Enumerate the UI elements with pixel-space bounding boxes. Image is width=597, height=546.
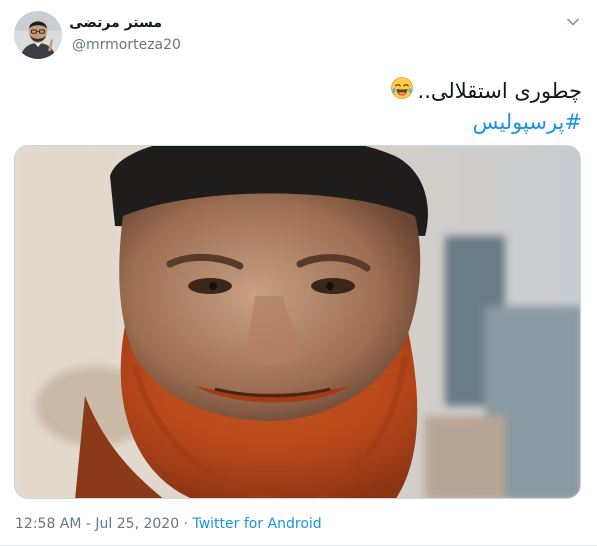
username[interactable]: @mrmorteza20 — [72, 37, 181, 53]
avatar[interactable] — [14, 11, 62, 59]
tweet-card: مستر مرتضی @mrmorteza20 چطوری استقلالی..… — [0, 0, 597, 546]
tweet-time[interactable]: 12:58 AM — [15, 516, 81, 532]
separator-dot: · — [183, 516, 189, 532]
tweet-date[interactable]: Jul 25, 2020 — [95, 516, 179, 532]
tweet-menu-button[interactable] — [563, 12, 583, 32]
tweet-source-link[interactable]: Twitter for Android — [192, 516, 321, 532]
tweet-text: چطوری استقلالی.. #پرسپولیس — [22, 76, 582, 137]
tweet-text-body: چطوری استقلالی.. — [417, 79, 582, 103]
hashtag-link[interactable]: #پرسپولیس — [22, 108, 582, 137]
display-name[interactable]: مستر مرتضی — [69, 15, 162, 31]
avatar-photo — [14, 11, 62, 59]
tweet-text-line: چطوری استقلالی.. — [22, 76, 582, 108]
face-with-tears-of-joy-icon — [390, 76, 414, 108]
separator-dash: - — [85, 516, 91, 532]
tweet-timestamp-line: 12:58 AM - Jul 25, 2020 · Twitter for An… — [15, 516, 322, 532]
chevron-down-icon — [567, 18, 579, 26]
tweet-photo[interactable] — [14, 145, 581, 499]
photo-bearded-man — [15, 146, 580, 498]
